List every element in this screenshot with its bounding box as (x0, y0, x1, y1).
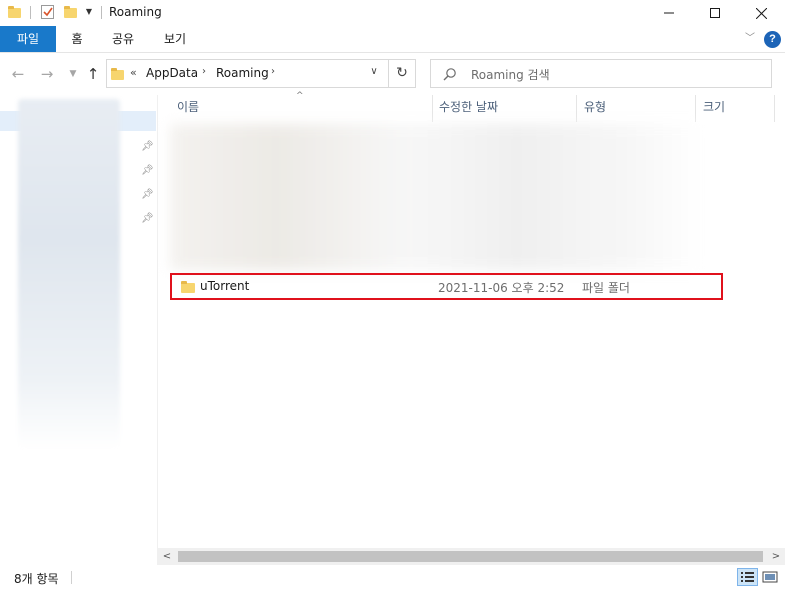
pin-icon[interactable]: 📌︎ (141, 141, 154, 153)
address-dropdown-icon[interactable]: ∨ (365, 66, 383, 77)
tab-home[interactable]: 홈 (66, 26, 88, 52)
address-bar[interactable]: « AppData › Roaming › ∨ (106, 59, 389, 88)
item-count: 8개 항목 (14, 572, 59, 586)
up-arrow-icon[interactable]: ↑ (84, 65, 102, 83)
pin-icon[interactable]: 📌︎ (141, 189, 154, 201)
blurred-file-rows (170, 124, 703, 270)
pin-icon[interactable]: 📌︎ (141, 213, 154, 225)
breadcrumb-roaming[interactable]: Roaming (216, 66, 269, 80)
breadcrumb-chevron-icon[interactable]: › (202, 66, 206, 77)
horizontal-scrollbar[interactable]: < > (158, 548, 785, 565)
breadcrumb-overflow[interactable]: « (130, 66, 137, 79)
breadcrumb-chevron-icon[interactable]: › (271, 66, 275, 77)
properties-icon[interactable] (41, 5, 54, 19)
status-bar: 8개 항목 (0, 565, 785, 589)
tab-share[interactable]: 공유 (108, 26, 138, 52)
status-divider (71, 571, 72, 584)
refresh-button[interactable]: ↻ (389, 59, 416, 88)
pin-icon[interactable]: 📌︎ (141, 165, 154, 177)
navigation-pane: 📌︎ 📌︎ 📌︎ 📌︎ (0, 95, 158, 565)
folder-icon (111, 68, 124, 80)
folder-icon (181, 281, 195, 293)
tab-file[interactable]: 파일 (0, 26, 56, 52)
close-button[interactable] (738, 0, 784, 26)
breadcrumb-appdata[interactable]: AppData (146, 66, 198, 80)
scroll-right-icon[interactable]: > (767, 548, 785, 565)
column-header-date[interactable]: 수정한 날짜 (432, 95, 576, 122)
file-type: 파일 폴더 (582, 281, 630, 295)
help-icon[interactable]: ? (764, 31, 781, 48)
file-date: 2021-11-06 오후 2:52 (438, 281, 565, 295)
scroll-left-icon[interactable]: < (158, 548, 176, 565)
forward-arrow-icon[interactable]: → (38, 65, 56, 83)
file-name[interactable]: uTorrent (200, 279, 249, 293)
toolbar-divider (30, 6, 31, 19)
navigation-bar: ← → ▼ ↑ « AppData › Roaming › ∨ ↻ Roamin… (0, 53, 785, 95)
tab-view[interactable]: 보기 (160, 26, 190, 52)
column-header-name[interactable]: 이름 (170, 95, 432, 122)
toolbar-divider (101, 6, 102, 19)
title-bar: ▼ Roaming (0, 0, 785, 26)
details-view-icon[interactable] (737, 568, 758, 586)
search-icon (443, 68, 456, 81)
scrollbar-thumb[interactable] (178, 551, 763, 562)
quick-access-dropdown-icon[interactable]: ▼ (84, 6, 94, 18)
column-header-size[interactable]: 크기 (695, 95, 775, 122)
new-folder-icon[interactable] (64, 6, 77, 18)
table-row[interactable]: uTorrent 2021-11-06 오후 2:52 파일 폴더 (170, 273, 723, 300)
large-icons-view-icon[interactable] (761, 568, 779, 586)
blurred-nav-items (18, 99, 120, 449)
minimize-button[interactable] (646, 0, 692, 26)
window-title: Roaming (109, 5, 162, 19)
folder-icon (8, 6, 21, 18)
recent-locations-chevron-icon[interactable]: ▼ (64, 65, 82, 83)
expand-ribbon-chevron-icon[interactable]: ﹀ (745, 33, 757, 45)
search-placeholder: Roaming 검색 (471, 68, 550, 82)
maximize-button[interactable] (692, 0, 738, 26)
back-arrow-icon[interactable]: ← (9, 65, 27, 83)
ribbon-tabs: 파일 홈 공유 보기 ﹀ (0, 26, 785, 53)
column-header-type[interactable]: 유형 (576, 95, 695, 122)
search-input[interactable]: Roaming 검색 (430, 59, 772, 88)
